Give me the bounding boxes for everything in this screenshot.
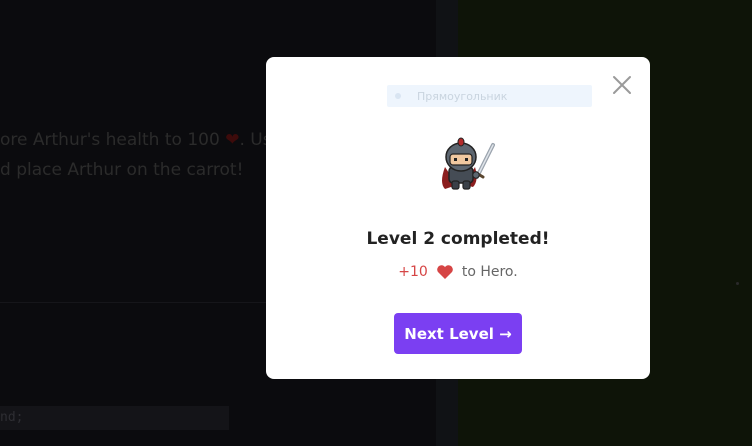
- heart-icon: ❤: [225, 130, 240, 150]
- close-icon: [613, 76, 631, 94]
- code-editor-line[interactable]: nd;: [0, 406, 229, 430]
- dialog-title: Level 2 completed!: [366, 229, 550, 249]
- shape-name-text: Прямоугольник: [417, 89, 508, 103]
- reward-amount: +10: [398, 264, 428, 280]
- level-complete-dialog: Прямоугольник Level 2 completed! +10 to …: [266, 57, 650, 379]
- shape-dot-icon: [395, 93, 401, 99]
- task-description-line-2: d place Arthur on the carrot!: [0, 160, 244, 180]
- next-level-button[interactable]: Next Level →: [394, 313, 522, 354]
- knight-icon: [442, 137, 495, 190]
- shape-name-field: Прямоугольник: [387, 85, 592, 107]
- game-object: [736, 282, 739, 285]
- close-button[interactable]: [610, 73, 634, 97]
- heart-icon: [437, 265, 453, 279]
- task-description-line-1: ore Arthur's health to 100 ❤. Us: [0, 130, 272, 150]
- reward-line: +10 to Hero.: [266, 264, 650, 280]
- task-text: ore Arthur's health to 100: [0, 130, 220, 150]
- reward-target: to Hero.: [461, 264, 518, 280]
